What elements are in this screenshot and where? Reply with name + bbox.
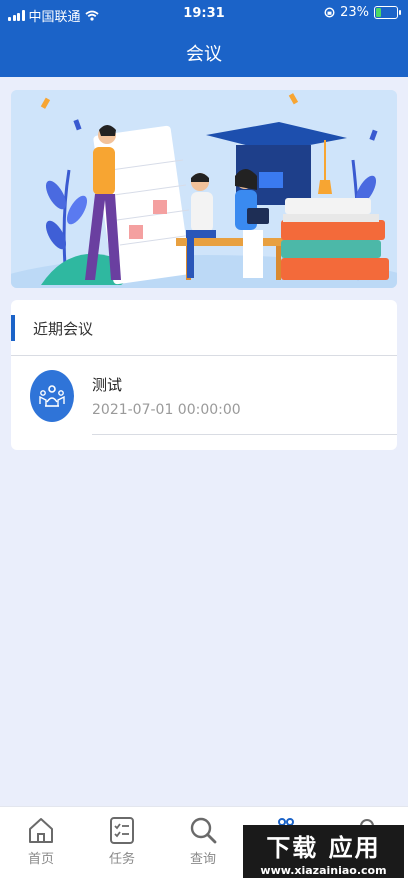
battery-icon — [374, 6, 401, 19]
tab-search-label: 查询 — [189, 852, 216, 867]
recent-meetings-card: 近期会议 测试 2021-07-01 00:00:00 — [11, 300, 397, 450]
home-icon — [29, 818, 53, 843]
battery-percent: 23% — [340, 5, 369, 20]
section-title: 近期会议 — [33, 320, 94, 338]
watermark-logo: 下载 应用 www.xiazainiao.com — [243, 825, 404, 878]
meeting-list-item[interactable]: 测试 2021-07-01 00:00:00 — [11, 356, 397, 436]
orientation-lock-icon — [324, 7, 335, 18]
tab-tasks[interactable]: 任务 — [92, 815, 152, 867]
tab-search[interactable]: 查询 — [173, 815, 233, 867]
tab-home[interactable]: 首页 — [11, 815, 71, 867]
section-accent-bar — [11, 315, 15, 341]
meeting-time: 2021-07-01 00:00:00 — [92, 402, 241, 418]
list-divider — [92, 434, 397, 435]
banner-illustration — [11, 90, 397, 288]
meeting-name: 测试 — [92, 376, 123, 394]
status-bar: 中国联通 19:31 23% — [0, 0, 408, 26]
page-title: 会议 — [186, 44, 222, 65]
tab-home-label: 首页 — [27, 852, 54, 867]
search-icon — [190, 817, 217, 844]
app-header: 中国联通 19:31 23% 会议 — [0, 0, 408, 77]
section-header: 近期会议 — [11, 300, 397, 356]
watermark-title: 下载 应用 — [266, 834, 381, 862]
meeting-icon — [30, 370, 74, 422]
watermark-url: www.xiazainiao.com — [260, 864, 387, 877]
tab-tasks-label: 任务 — [108, 852, 135, 867]
task-list-icon — [110, 817, 134, 844]
